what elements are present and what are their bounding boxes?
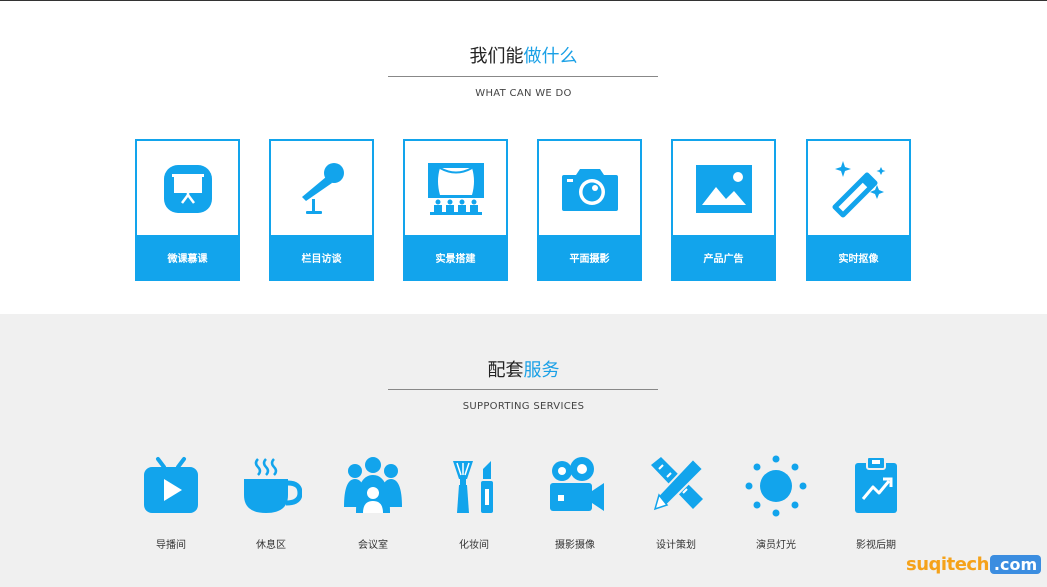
service-dressing-room[interactable]: 化妆间	[434, 452, 514, 562]
card-micro-course[interactable]: 微课慕课	[135, 139, 240, 281]
section-title-what-we-do: 我们能做什么	[0, 42, 1047, 68]
service-label: 导播间	[156, 540, 186, 551]
service-meeting-room[interactable]: 会议室	[333, 452, 413, 562]
card-live-keying[interactable]: 实时抠像	[806, 139, 911, 281]
card-label: 栏目访谈	[271, 235, 372, 279]
stage-icon	[405, 141, 506, 237]
service-label: 设计策划	[656, 540, 696, 551]
service-label: 休息区	[256, 540, 286, 551]
service-filming[interactable]: 摄影摄像	[535, 452, 615, 562]
service-label: 会议室	[358, 540, 388, 551]
service-label: 化妆间	[459, 540, 489, 551]
video-camera-icon	[535, 452, 615, 520]
title-highlight-text: 做什么	[523, 46, 578, 67]
clipboard-chart-icon	[836, 452, 916, 520]
microphone-icon	[271, 141, 372, 237]
service-label: 演员灯光	[756, 540, 796, 551]
image-icon	[673, 141, 774, 237]
service-control-room[interactable]: 导播间	[131, 452, 211, 562]
card-photography[interactable]: 平面摄影	[537, 139, 642, 281]
title-underline	[388, 76, 658, 77]
watermark-domain: .com	[989, 554, 1042, 574]
camera-icon	[539, 141, 640, 237]
section-title-supporting-services: 配套服务	[0, 356, 1047, 382]
title-underline	[388, 389, 658, 390]
title-dark-text: 我们能	[469, 46, 524, 67]
card-set-building[interactable]: 实景搭建	[403, 139, 508, 281]
service-label: 摄影摄像	[555, 540, 595, 551]
tv-play-icon	[131, 452, 211, 520]
watermark-text: suqitech	[906, 553, 989, 575]
service-label: 影视后期	[856, 540, 896, 551]
sun-light-icon	[736, 452, 816, 520]
service-lounge[interactable]: 休息区	[231, 452, 311, 562]
card-label: 实景搭建	[405, 235, 506, 279]
section-subtitle: SUPPORTING SERVICES	[462, 401, 585, 412]
card-label: 产品广告	[673, 235, 774, 279]
service-design-planning[interactable]: 设计策划	[636, 452, 716, 562]
service-actors-lighting[interactable]: 演员灯光	[736, 452, 816, 562]
makeup-icon	[434, 452, 514, 520]
card-label: 实时抠像	[808, 235, 909, 279]
pencil-ruler-icon	[636, 452, 716, 520]
card-label: 微课慕课	[137, 235, 238, 279]
site-watermark: suqitech .com	[906, 552, 1042, 576]
coffee-cup-icon	[231, 452, 311, 520]
magic-wand-icon	[808, 141, 909, 237]
card-product-ads[interactable]: 产品广告	[671, 139, 776, 281]
title-dark-text: 配套	[487, 360, 524, 381]
card-interview[interactable]: 栏目访谈	[269, 139, 374, 281]
card-label: 平面摄影	[539, 235, 640, 279]
service-post-production[interactable]: 影视后期	[836, 452, 916, 562]
presentation-icon	[137, 141, 238, 237]
title-highlight-text: 服务	[523, 360, 560, 381]
meeting-group-icon	[333, 452, 413, 520]
section-subtitle: WHAT CAN WE DO	[475, 88, 572, 99]
